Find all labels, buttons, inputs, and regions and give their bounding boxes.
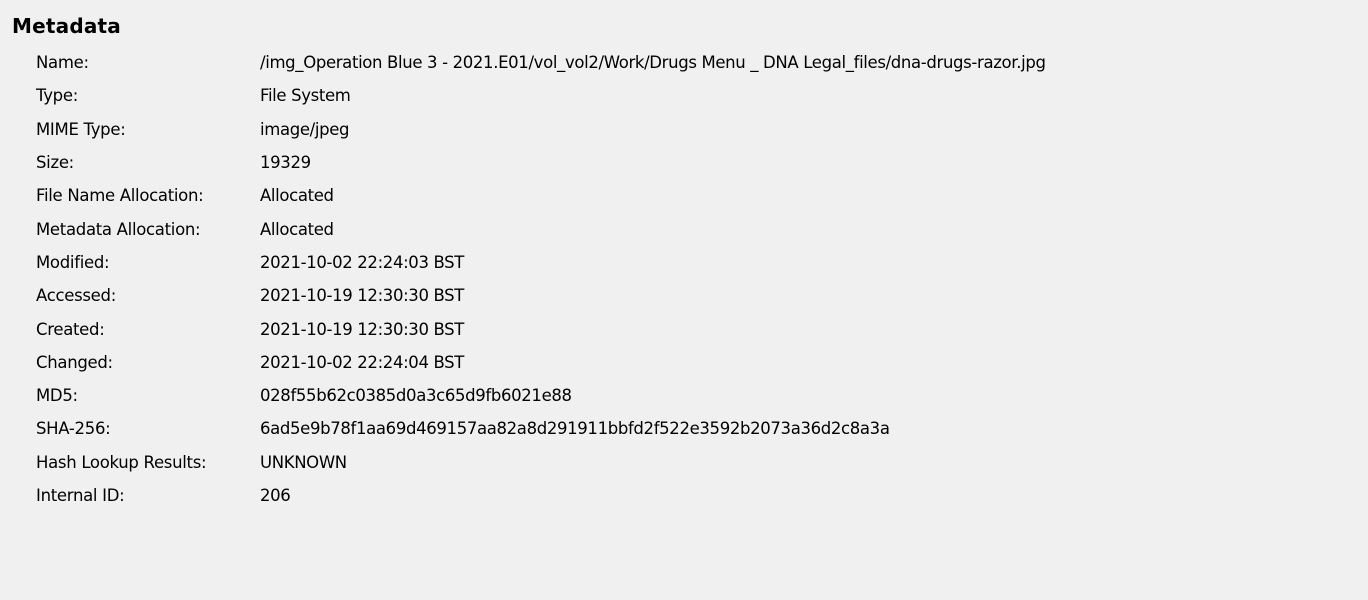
field-label: SHA-256: [36,419,111,439]
metadata-row-size: Size: 19329 [36,146,1046,179]
field-value: File System [260,86,351,106]
metadata-row-file-name-allocation: File Name Allocation: Allocated [36,179,1046,212]
panel-title: Metadata [12,14,121,38]
field-value: image/jpeg [260,119,350,139]
field-value: 2021-10-19 12:30:30 BST [260,286,465,306]
metadata-row-sha256: SHA-256: 6ad5e9b78f1aa69d469157aa82a8d29… [36,412,1046,445]
field-value: Allocated [260,186,334,206]
field-label: Accessed: [36,286,116,306]
metadata-table: Name: /img_Operation Blue 3 - 2021.E01/v… [36,46,1046,512]
field-label: Size: [36,153,74,173]
field-value: Allocated [260,219,334,239]
metadata-row-name: Name: /img_Operation Blue 3 - 2021.E01/v… [36,46,1046,79]
metadata-row-md5: MD5: 028f55b62c0385d0a3c65d9fb6021e88 [36,379,1046,412]
field-value: UNKNOWN [260,452,347,472]
field-label: Modified: [36,252,110,272]
field-label: Metadata Allocation: [36,219,201,239]
field-value: 19329 [260,153,311,173]
metadata-row-modified: Modified: 2021-10-02 22:24:03 BST [36,246,1046,279]
metadata-row-mime-type: MIME Type: image/jpeg [36,113,1046,146]
metadata-row-changed: Changed: 2021-10-02 22:24:04 BST [36,346,1046,379]
field-label: Name: [36,53,89,73]
metadata-row-internal-id: Internal ID: 206 [36,479,1046,512]
field-value: 028f55b62c0385d0a3c65d9fb6021e88 [260,386,572,406]
field-value: 2021-10-19 12:30:30 BST [260,319,465,339]
metadata-panel: Metadata Name: /img_Operation Blue 3 - 2… [0,0,1368,600]
metadata-row-created: Created: 2021-10-19 12:30:30 BST [36,312,1046,345]
field-label: Hash Lookup Results: [36,452,207,472]
metadata-row-metadata-allocation: Metadata Allocation: Allocated [36,212,1046,245]
metadata-row-type: Type: File System [36,79,1046,112]
field-value: 2021-10-02 22:24:03 BST [260,252,465,272]
field-label: Created: [36,319,105,339]
field-label: Type: [36,86,78,106]
field-value: 206 [260,486,291,505]
field-label: MIME Type: [36,119,126,139]
metadata-row-hash-lookup-results: Hash Lookup Results: UNKNOWN [36,446,1046,479]
field-value: 2021-10-02 22:24:04 BST [260,352,465,372]
field-label: MD5: [36,386,78,406]
field-value: 6ad5e9b78f1aa69d469157aa82a8d291911bbfd2… [260,419,890,439]
field-label: Changed: [36,352,113,372]
metadata-row-accessed: Accessed: 2021-10-19 12:30:30 BST [36,279,1046,312]
field-value: /img_Operation Blue 3 - 2021.E01/vol_vol… [260,53,1046,73]
field-label: Internal ID: [36,486,125,505]
field-label: File Name Allocation: [36,186,204,206]
